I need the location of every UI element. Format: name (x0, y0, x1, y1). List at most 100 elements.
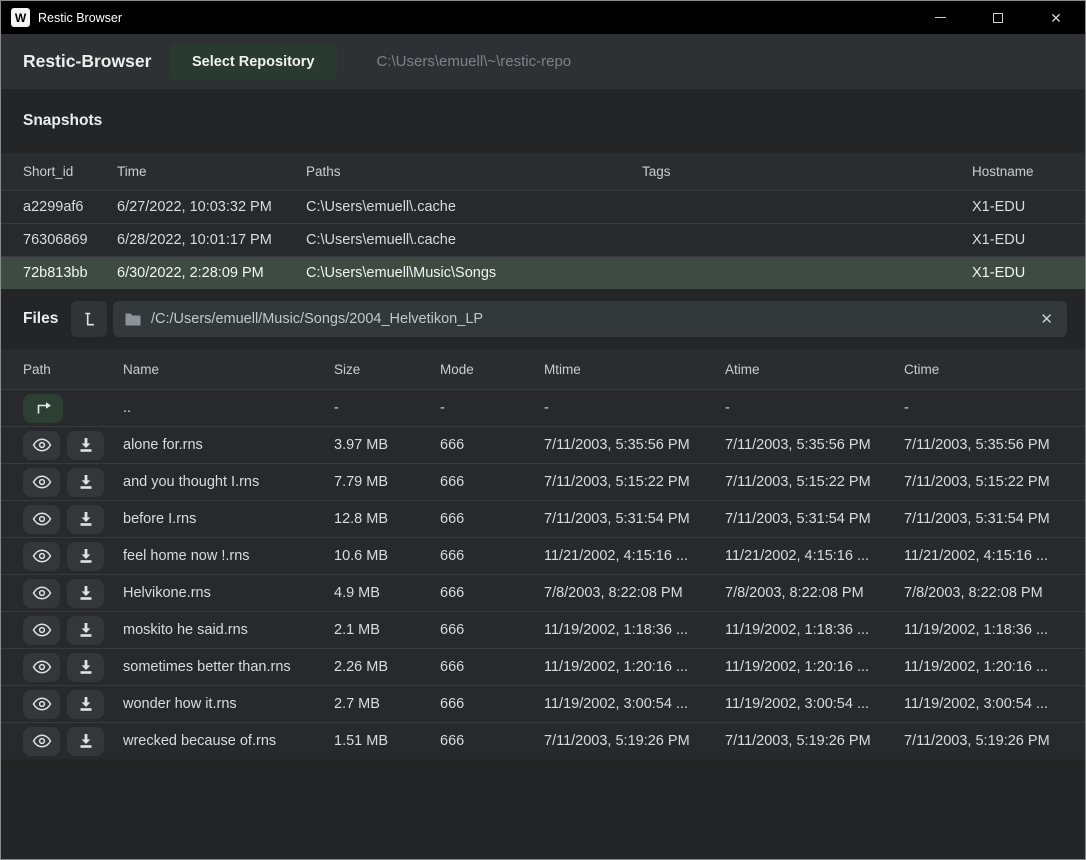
file-row: wonder how it.rns 2.7 MB 666 11/19/2002,… (1, 685, 1085, 722)
file-name: sometimes better than.rns (123, 659, 334, 675)
download-icon (78, 733, 94, 749)
preview-file-button[interactable] (23, 579, 60, 608)
file-row: moskito he said.rns 2.1 MB 666 11/19/200… (1, 611, 1085, 648)
file-row: sometimes better than.rns 2.26 MB 666 11… (1, 648, 1085, 685)
file-mtime: - (544, 400, 725, 416)
clear-path-button[interactable]: ✕ (1038, 310, 1055, 328)
snapshot-row-selected[interactable]: 72b813bb 6/30/2022, 2:28:09 PM C:\Users\… (1, 256, 1085, 289)
eye-icon (32, 734, 52, 748)
file-ctime: 7/8/2003, 8:22:08 PM (904, 585, 1085, 601)
minimize-button[interactable] (911, 1, 969, 34)
preview-file-button[interactable] (23, 468, 60, 497)
snapshot-paths: C:\Users\emuell\.cache (306, 199, 642, 215)
snapshot-row[interactable]: 76306869 6/28/2022, 10:01:17 PM C:\Users… (1, 223, 1085, 256)
files-path-field[interactable]: /C:/Users/emuell/Music/Songs/2004_Helvet… (113, 301, 1067, 337)
eye-icon (32, 586, 52, 600)
close-button[interactable]: ✕ (1027, 1, 1085, 34)
file-mtime: 7/11/2003, 5:31:54 PM (544, 511, 725, 527)
file-size: 12.8 MB (334, 511, 440, 527)
file-mtime: 7/11/2003, 5:19:26 PM (544, 733, 725, 749)
file-row: feel home now !.rns 10.6 MB 666 11/21/20… (1, 537, 1085, 574)
maximize-button[interactable] (969, 1, 1027, 34)
preview-file-button[interactable] (23, 653, 60, 682)
file-name: feel home now !.rns (123, 548, 334, 564)
col-paths: Paths (306, 164, 642, 179)
file-mode: 666 (440, 696, 544, 712)
file-row: Helvikone.rns 4.9 MB 666 7/8/2003, 8:22:… (1, 574, 1085, 611)
empty-area (1, 759, 1085, 860)
app-title: Restic-Browser (23, 51, 170, 72)
download-icon (78, 622, 94, 638)
file-atime: 11/19/2002, 3:00:54 ... (725, 696, 904, 712)
file-mtime: 7/11/2003, 5:35:56 PM (544, 437, 725, 453)
file-name: and you thought I.rns (123, 474, 334, 490)
files-path-value: /C:/Users/emuell/Music/Songs/2004_Helvet… (151, 311, 1028, 327)
file-ctime: 11/19/2002, 1:18:36 ... (904, 622, 1085, 638)
col-size: Size (334, 362, 440, 377)
file-mtime: 7/8/2003, 8:22:08 PM (544, 585, 725, 601)
preview-file-button[interactable] (23, 431, 60, 460)
file-name: moskito he said.rns (123, 622, 334, 638)
file-size: 2.26 MB (334, 659, 440, 675)
clear-icon: ✕ (1040, 311, 1053, 328)
preview-file-button[interactable] (23, 542, 60, 571)
download-icon (78, 696, 94, 712)
file-mode: - (440, 400, 544, 416)
file-size: 7.79 MB (334, 474, 440, 490)
file-mode: 666 (440, 659, 544, 675)
download-icon (78, 659, 94, 675)
download-file-button[interactable] (67, 542, 104, 571)
snapshot-row[interactable]: a2299af6 6/27/2022, 10:03:32 PM C:\Users… (1, 190, 1085, 223)
window-title: Restic Browser (38, 11, 122, 25)
snapshot-short-id: a2299af6 (23, 199, 117, 215)
file-mode: 666 (440, 511, 544, 527)
preview-file-button[interactable] (23, 727, 60, 756)
snapshot-time: 6/30/2022, 2:28:09 PM (117, 265, 306, 281)
file-ctime: 11/21/2002, 4:15:16 ... (904, 548, 1085, 564)
col-short-id: Short_id (23, 164, 117, 179)
col-time: Time (117, 164, 306, 179)
preview-file-button[interactable] (23, 616, 60, 645)
download-file-button[interactable] (67, 468, 104, 497)
snapshot-short-id: 76306869 (23, 232, 117, 248)
download-icon (78, 585, 94, 601)
file-atime: 11/19/2002, 1:20:16 ... (725, 659, 904, 675)
tree-view-icon (80, 310, 98, 328)
tree-view-toggle-button[interactable] (71, 301, 107, 337)
eye-icon (32, 623, 52, 637)
file-atime: 7/11/2003, 5:35:56 PM (725, 437, 904, 453)
file-ctime: 7/11/2003, 5:19:26 PM (904, 733, 1085, 749)
download-file-button[interactable] (67, 579, 104, 608)
window-controls: ✕ (911, 1, 1085, 34)
download-file-button[interactable] (67, 653, 104, 682)
download-file-button[interactable] (67, 616, 104, 645)
download-file-button[interactable] (67, 431, 104, 460)
file-row: wrecked because of.rns 1.51 MB 666 7/11/… (1, 722, 1085, 759)
eye-icon (32, 438, 52, 452)
col-hostname: Hostname (972, 164, 1085, 179)
go-to-parent-button[interactable] (23, 394, 63, 423)
file-row: before I.rns 12.8 MB 666 7/11/2003, 5:31… (1, 500, 1085, 537)
download-file-button[interactable] (67, 690, 104, 719)
close-icon: ✕ (1050, 11, 1062, 25)
app-logo-icon: W (11, 8, 30, 27)
files-table-header: Path Name Size Mode Mtime Atime Ctime (1, 349, 1085, 389)
snapshot-hostname: X1-EDU (972, 232, 1085, 248)
eye-icon (32, 475, 52, 489)
download-icon (78, 548, 94, 564)
file-mode: 666 (440, 548, 544, 564)
eye-icon (32, 697, 52, 711)
parent-dir-row: .. - - - - - (1, 389, 1085, 426)
repository-path: C:\Users\emuell\~\restic-repo (377, 53, 572, 70)
maximize-icon (993, 13, 1003, 23)
preview-file-button[interactable] (23, 505, 60, 534)
file-ctime: 11/19/2002, 3:00:54 ... (904, 696, 1085, 712)
download-file-button[interactable] (67, 727, 104, 756)
file-size: 2.1 MB (334, 622, 440, 638)
snapshots-table-header: Short_id Time Paths Tags Hostname (1, 153, 1085, 190)
select-repository-button[interactable]: Select Repository (170, 44, 337, 80)
file-name: .. (123, 400, 334, 416)
download-file-button[interactable] (67, 505, 104, 534)
preview-file-button[interactable] (23, 690, 60, 719)
file-atime: 7/11/2003, 5:31:54 PM (725, 511, 904, 527)
